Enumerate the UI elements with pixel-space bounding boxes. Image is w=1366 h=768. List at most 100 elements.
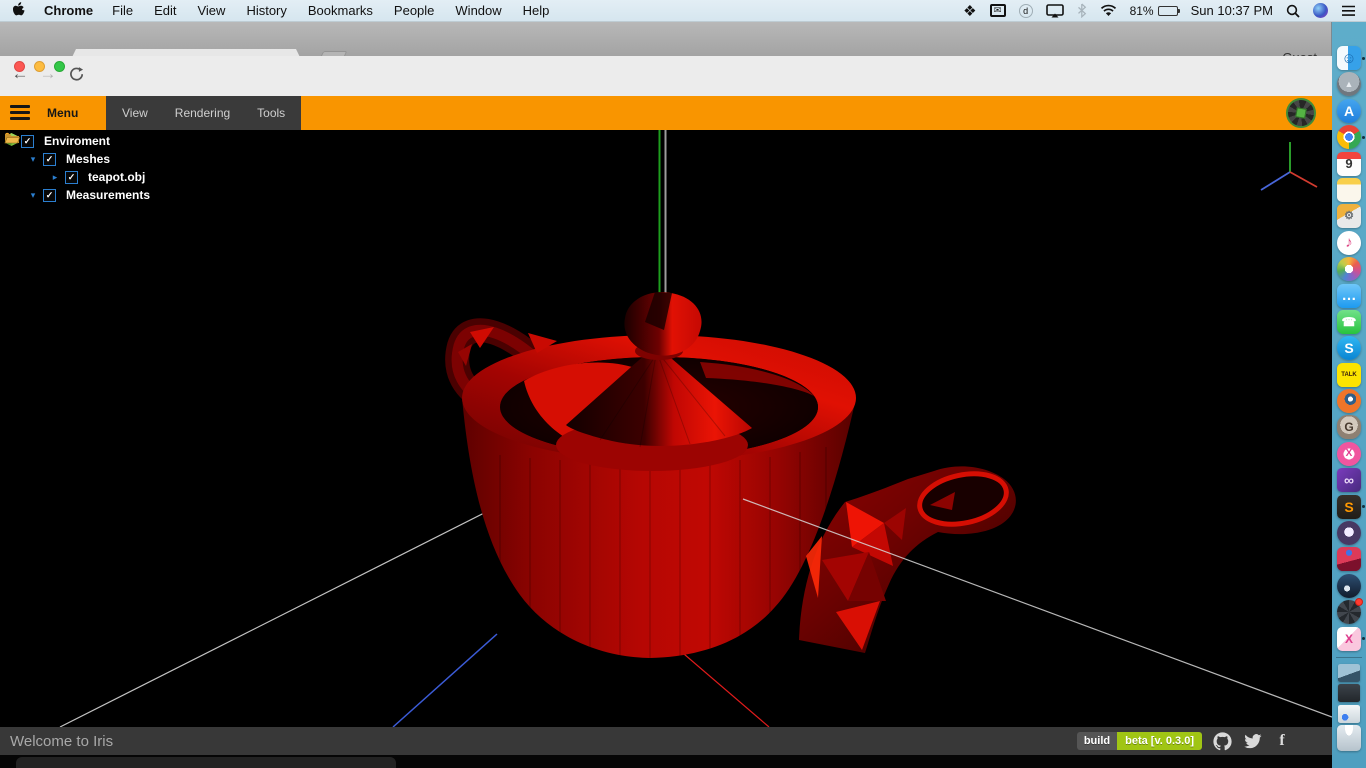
spotlight-icon[interactable]: [1286, 4, 1300, 18]
dock-icon-game-controller[interactable]: [1332, 547, 1366, 571]
tree-checkbox[interactable]: ✓: [43, 189, 56, 202]
tree-item-meshes[interactable]: ▾ ✓ Meshes: [28, 150, 150, 168]
scene-canvas[interactable]: [0, 130, 1332, 727]
tree-item-measurements[interactable]: ▾ ✓ Measurements: [28, 186, 150, 204]
teapot-model[interactable]: [457, 292, 1016, 660]
menubar-menus: File Edit View History Bookmarks People Window…: [112, 3, 549, 18]
tree-checkbox[interactable]: ✓: [65, 171, 78, 184]
dock-icon-github-desktop[interactable]: [1332, 521, 1366, 545]
dock-icon-kakaotalk[interactable]: TALK: [1332, 363, 1366, 387]
dock-icon-visual-studio[interactable]: ∞: [1332, 468, 1366, 492]
dock-icon-finder[interactable]: ☺: [1332, 46, 1366, 70]
dropbox-icon[interactable]: ❖: [963, 2, 976, 20]
dock-icon-chrome[interactable]: [1332, 125, 1366, 149]
viewport-3d[interactable]: ▾ ✓ Enviroment ▾ ✓: [0, 130, 1332, 727]
axis-gizmo: [1261, 142, 1317, 190]
dock-icon-launchpad[interactable]: ▲: [1332, 72, 1366, 96]
github-icon[interactable]: [1212, 731, 1232, 751]
dock-icon-xamarin-studio[interactable]: X: [1332, 627, 1366, 651]
dock-icon-notes[interactable]: [1332, 178, 1366, 202]
ribbon-tab-rendering[interactable]: Rendering: [175, 106, 230, 120]
dock-icon-facetime[interactable]: ☎: [1332, 310, 1366, 334]
battery-icon: [1158, 6, 1178, 16]
dock-icon-itunes[interactable]: ♪: [1332, 231, 1366, 255]
tree-item-label[interactable]: Meshes: [66, 152, 110, 166]
menubar-window[interactable]: Window: [455, 3, 501, 18]
build-badge: build beta [v. 0.3.0]: [1077, 732, 1202, 750]
tree-expander-icon[interactable]: ▾: [28, 154, 38, 165]
tree-item-teapot-obj[interactable]: ▸ ✓ teapot.obj: [50, 168, 150, 186]
dock-icon-aperture-app[interactable]: [1332, 600, 1366, 624]
tree-item-label[interactable]: Measurements: [66, 188, 150, 202]
dock-icon-photos[interactable]: [1332, 257, 1366, 281]
hamburger-menu-icon[interactable]: [10, 105, 30, 123]
ribbon-tab-view[interactable]: View: [122, 106, 148, 120]
tree-checkbox[interactable]: ✓: [43, 153, 56, 166]
tree-item-label[interactable]: Enviroment: [44, 134, 110, 148]
menubar-status-area: ❖ ✉ d 81% Sun 10:37 PM: [963, 2, 1366, 20]
statusbar-right: build beta [v. 0.3.0] f: [1077, 731, 1332, 751]
menubar-people[interactable]: People: [394, 3, 434, 18]
running-indicator: [1362, 57, 1365, 60]
dock-icon-sublime-text[interactable]: S: [1332, 495, 1366, 519]
minimize-window-button[interactable]: [34, 61, 45, 72]
facebook-icon[interactable]: f: [1272, 731, 1292, 751]
tree-expander-icon[interactable]: ▸: [50, 172, 60, 183]
menubar-file[interactable]: File: [112, 3, 133, 18]
window-bottom-edge: [0, 755, 1332, 768]
dock-icon-steam[interactable]: [1332, 574, 1366, 598]
battery-indicator[interactable]: 81%: [1130, 4, 1178, 18]
siri-icon[interactable]: [1313, 3, 1328, 18]
dock-icon-blender[interactable]: [1332, 389, 1366, 413]
dock-icon-gimp[interactable]: G: [1332, 415, 1366, 439]
dock-icon-xamarin[interactable]: X: [1332, 442, 1366, 466]
airplay-icon[interactable]: [1046, 4, 1064, 18]
zoom-window-button[interactable]: [54, 61, 65, 72]
ribbon-tabs: View Rendering Tools: [106, 96, 301, 130]
tree-item-label[interactable]: teapot.obj: [88, 170, 145, 184]
dock-icon-calendar[interactable]: 9: [1332, 152, 1366, 176]
menubar-bookmarks[interactable]: Bookmarks: [308, 3, 373, 18]
chrome-tabbar: IRIS Viewer - [v. 0.3.0 - Beta] × Guest: [0, 22, 1332, 56]
notification-center-icon[interactable]: [1341, 5, 1356, 17]
wifi-icon[interactable]: [1100, 4, 1117, 17]
menubar-history[interactable]: History: [246, 3, 286, 18]
dock-minimized-window-3[interactable]: [1332, 705, 1366, 723]
tree-item-enviroment[interactable]: ▾ ✓ Enviroment: [6, 132, 150, 150]
dock-trash[interactable]: [1332, 725, 1366, 751]
iris-statusbar: Welcome to Iris build beta [v. 0.3.0] f: [0, 727, 1332, 755]
build-badge-version: beta [v. 0.3.0]: [1117, 732, 1202, 750]
menubar-app-name[interactable]: Chrome: [44, 3, 93, 18]
bluetooth-icon[interactable]: [1077, 3, 1087, 18]
menubar-clock[interactable]: Sun 10:37 PM: [1191, 3, 1273, 18]
chrome-toolbar: ← → i file:///Users/rtroe/Documents/GitH…: [0, 56, 1332, 96]
dock-icon-messages[interactable]: …: [1332, 284, 1366, 308]
menubar-help[interactable]: Help: [523, 3, 550, 18]
tree-expander-icon[interactable]: ▾: [28, 190, 38, 201]
battery-percent: 81%: [1130, 4, 1154, 18]
ribbon-tab-tools[interactable]: Tools: [257, 106, 285, 120]
dock-minimized-window-1[interactable]: [1332, 664, 1366, 682]
iris-logo-icon: [1286, 98, 1316, 128]
menubar-edit[interactable]: Edit: [154, 3, 176, 18]
reload-button[interactable]: [64, 66, 88, 87]
dock-icon-skype[interactable]: S: [1332, 336, 1366, 360]
mail-icon[interactable]: ✉: [990, 4, 1006, 17]
running-indicator: [1362, 136, 1365, 139]
twitter-icon[interactable]: [1242, 731, 1262, 751]
menubar-view[interactable]: View: [197, 3, 225, 18]
dock-minimized: [1332, 664, 1366, 754]
tree-checkbox[interactable]: ✓: [21, 135, 34, 148]
running-indicator: [1362, 637, 1365, 640]
dock-icon-app-store[interactable]: A: [1332, 99, 1366, 123]
dock: ☺ ▲ A: [1332, 46, 1366, 754]
dock-minimized-window-2[interactable]: [1332, 684, 1366, 702]
menu-button[interactable]: Menu: [47, 96, 78, 130]
scene-tree: ▾ ✓ Enviroment ▾ ✓: [4, 132, 150, 204]
dock-icon-image-utility[interactable]: ⚙: [1332, 204, 1366, 228]
close-window-button[interactable]: [14, 61, 25, 72]
dock-apps: ☺ ▲ A: [1332, 46, 1366, 653]
circle-d-icon[interactable]: d: [1019, 4, 1033, 18]
build-badge-label: build: [1077, 732, 1117, 750]
apple-menu-icon[interactable]: [12, 2, 25, 20]
